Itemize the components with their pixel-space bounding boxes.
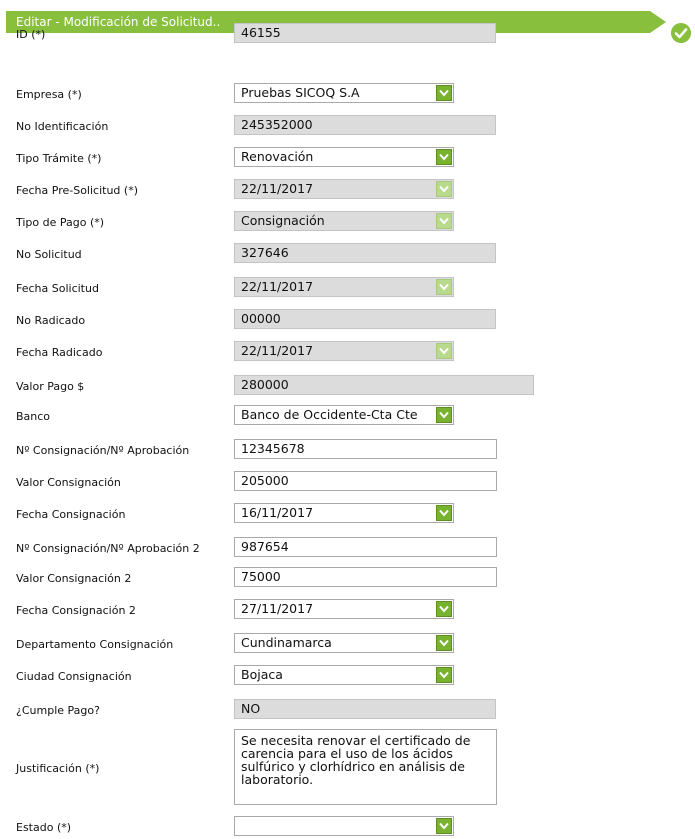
empresa-select[interactable]: Pruebas SICOQ S.A: [234, 83, 454, 103]
consignacion-1-input[interactable]: 12345678: [234, 439, 497, 459]
fecha-consignacion-1-select[interactable]: 16/11/2017: [234, 503, 454, 523]
tipo-tramite-label: Tipo Trámite (*): [16, 152, 102, 165]
no-radicado-label: No Radicado: [16, 314, 86, 327]
row-justificacion: Justificación (*) Se necesita renovar el…: [16, 729, 536, 809]
chevron-down-icon: [436, 343, 452, 359]
valor-consignacion-2-label: Valor Consignación 2: [16, 572, 132, 585]
fecha-pre-solicitud-value: 22/11/2017: [241, 181, 314, 196]
valor-consignacion-1-label: Valor Consignación: [16, 476, 121, 489]
id-field: 46155: [234, 23, 496, 43]
row-no-solicitud: No Solicitud 327646: [16, 242, 536, 266]
banco-select[interactable]: Banco de Occidente-Cta Cte: [234, 405, 454, 425]
fecha-consignacion-2-label: Fecha Consignación 2: [16, 604, 136, 617]
row-tipo-pago: Tipo de Pago (*) Consignación: [16, 210, 536, 234]
cumple-pago-field: NO: [234, 699, 496, 719]
id-label: ID (*): [16, 28, 46, 41]
no-identificacion-label: No Identificación: [16, 120, 109, 133]
departamento-select[interactable]: Cundinamarca: [234, 633, 454, 653]
chevron-down-icon[interactable]: [436, 667, 452, 683]
row-valor-consignacion-2: Valor Consignación 2 75000: [16, 566, 536, 590]
banco-label: Banco: [16, 410, 51, 423]
row-departamento: Departamento Consignación Cundinamarca: [16, 632, 536, 656]
cumple-pago-label: ¿Cumple Pago?: [16, 704, 100, 717]
row-valor-pago: Valor Pago $ 280000: [16, 374, 536, 398]
estado-label: Estado (*): [16, 821, 72, 834]
row-fecha-radicado: Fecha Radicado 22/11/2017: [16, 340, 536, 364]
departamento-label: Departamento Consignación: [16, 638, 174, 651]
empresa-value: Pruebas SICOQ S.A: [241, 85, 360, 100]
fecha-consignacion-1-label: Fecha Consignación: [16, 508, 126, 521]
valor-pago-field: 280000: [234, 375, 534, 395]
justificacion-textarea[interactable]: Se necesita renovar el certificado de ca…: [234, 729, 497, 805]
row-cumple-pago: ¿Cumple Pago? NO: [16, 698, 536, 722]
chevron-down-icon: [436, 279, 452, 295]
ciudad-select[interactable]: Bojaca: [234, 665, 454, 685]
valor-consignacion-1-input[interactable]: 205000: [234, 471, 497, 491]
ciudad-value: Bojaca: [241, 667, 283, 682]
row-valor-consignacion-1: Valor Consignación 205000: [16, 470, 536, 494]
consignacion-2-input[interactable]: 987654: [234, 537, 497, 557]
consignacion-1-label: Nº Consignación/Nº Aprobación: [16, 444, 190, 457]
chevron-down-icon: [436, 213, 452, 229]
fecha-solicitud-label: Fecha Solicitud: [16, 282, 99, 295]
row-fecha-consignacion-2: Fecha Consignación 2 27/11/2017: [16, 598, 536, 622]
fecha-consignacion-2-select[interactable]: 27/11/2017: [234, 599, 454, 619]
departamento-value: Cundinamarca: [241, 635, 332, 650]
tipo-pago-value: Consignación: [241, 213, 325, 228]
chevron-down-icon: [436, 181, 452, 197]
row-estado: Estado (*): [16, 815, 536, 839]
check-circle-icon[interactable]: [670, 22, 692, 44]
valor-pago-label: Valor Pago $: [16, 380, 85, 393]
chevron-down-icon[interactable]: [436, 601, 452, 617]
row-fecha-pre-solicitud: Fecha Pre-Solicitud (*) 22/11/2017: [16, 178, 536, 202]
header-arrow: [650, 11, 666, 33]
consignacion-2-label: Nº Consignación/Nº Aprobación 2: [16, 542, 200, 555]
justificacion-label: Justificación (*): [16, 762, 100, 775]
row-banco: Banco Banco de Occidente-Cta Cte: [16, 404, 536, 428]
row-consignacion-1: Nº Consignación/Nº Aprobación 12345678: [16, 438, 536, 462]
fecha-radicado-select: 22/11/2017: [234, 341, 454, 361]
row-fecha-consignacion-1: Fecha Consignación 16/11/2017: [16, 502, 536, 526]
row-fecha-solicitud: Fecha Solicitud 22/11/2017: [16, 276, 536, 300]
tipo-pago-label: Tipo de Pago (*): [16, 216, 105, 229]
ciudad-label: Ciudad Consignación: [16, 670, 132, 683]
no-solicitud-label: No Solicitud: [16, 248, 82, 261]
no-solicitud-field: 327646: [234, 243, 496, 263]
fecha-solicitud-select: 22/11/2017: [234, 277, 454, 297]
fecha-pre-solicitud-label: Fecha Pre-Solicitud (*): [16, 184, 138, 197]
estado-select[interactable]: [234, 816, 454, 836]
valor-consignacion-2-input[interactable]: 75000: [234, 567, 497, 587]
row-ciudad: Ciudad Consignación Bojaca: [16, 664, 536, 688]
fecha-solicitud-value: 22/11/2017: [241, 279, 314, 294]
tipo-pago-select: Consignación: [234, 211, 454, 231]
row-empresa: Empresa (*) Pruebas SICOQ S.A: [16, 82, 536, 106]
fecha-pre-solicitud-select: 22/11/2017: [234, 179, 454, 199]
fecha-consignacion-1-value: 16/11/2017: [241, 505, 314, 520]
chevron-down-icon[interactable]: [436, 149, 452, 165]
fecha-consignacion-2-value: 27/11/2017: [241, 601, 314, 616]
fecha-radicado-value: 22/11/2017: [241, 343, 314, 358]
chevron-down-icon[interactable]: [436, 85, 452, 101]
empresa-label: Empresa (*): [16, 88, 82, 101]
row-no-radicado: No Radicado 00000: [16, 308, 536, 332]
banco-value: Banco de Occidente-Cta Cte: [241, 407, 418, 422]
fecha-radicado-label: Fecha Radicado: [16, 346, 103, 359]
row-tipo-tramite: Tipo Trámite (*) Renovación: [16, 146, 536, 170]
row-no-identificacion: No Identificación 245352000: [16, 114, 536, 138]
chevron-down-icon[interactable]: [436, 505, 452, 521]
tipo-tramite-value: Renovación: [241, 149, 314, 164]
row-id: ID (*) 46155: [16, 22, 536, 46]
no-radicado-field: 00000: [234, 309, 496, 329]
no-identificacion-field: 245352000: [234, 115, 496, 135]
chevron-down-icon[interactable]: [436, 635, 452, 651]
chevron-down-icon[interactable]: [436, 818, 452, 834]
tipo-tramite-select[interactable]: Renovación: [234, 147, 454, 167]
row-consignacion-2: Nº Consignación/Nº Aprobación 2 987654: [16, 536, 536, 560]
chevron-down-icon[interactable]: [436, 407, 452, 423]
